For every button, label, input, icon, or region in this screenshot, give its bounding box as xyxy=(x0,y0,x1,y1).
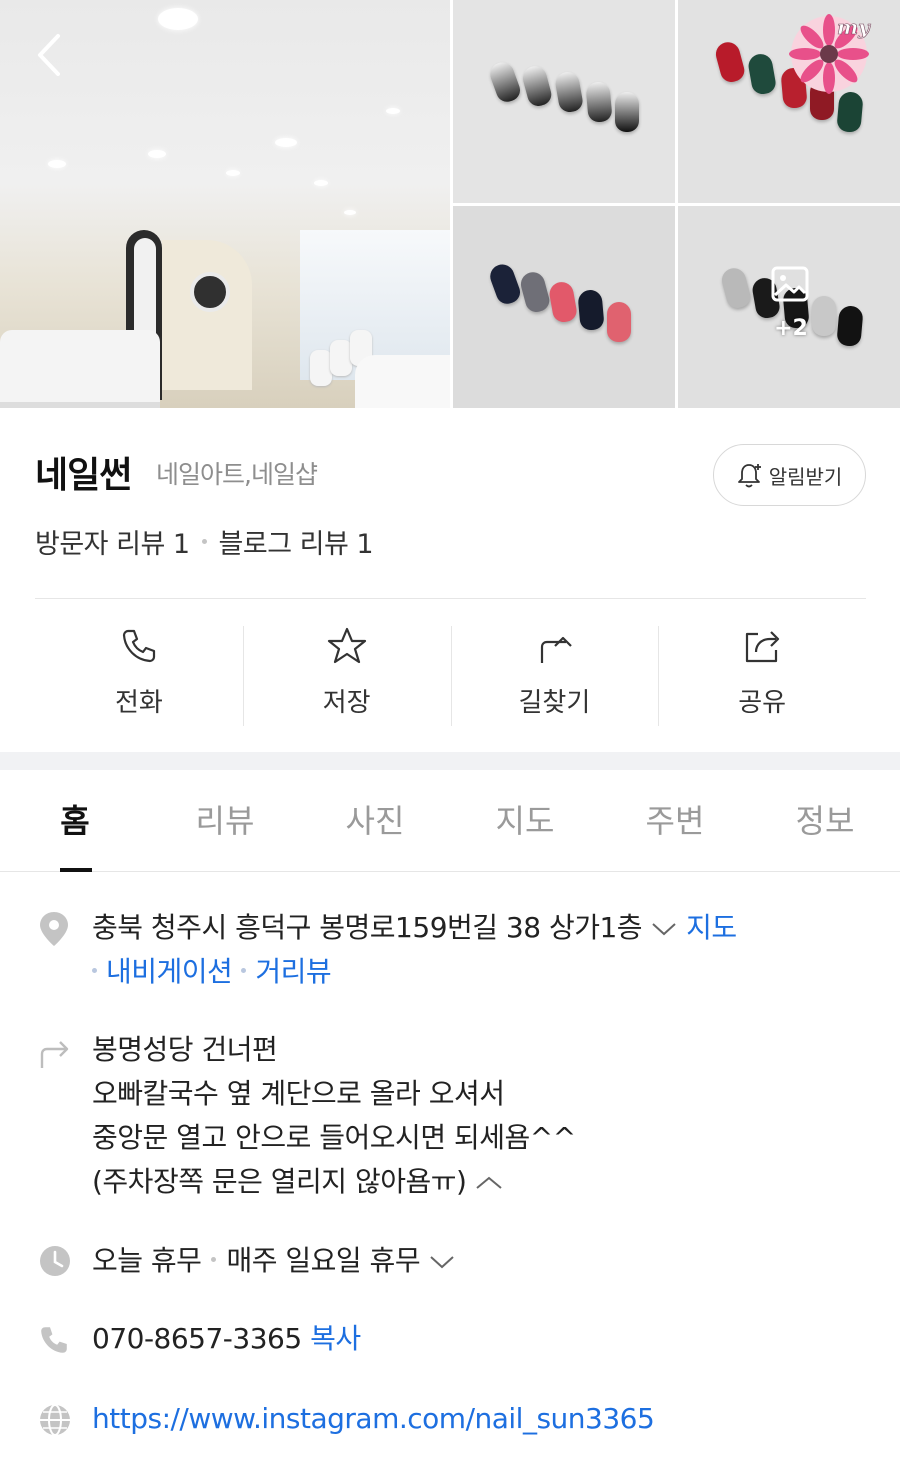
share-icon xyxy=(746,631,780,663)
directions-guide-icon xyxy=(40,1041,69,1068)
address-row: 충북 청주시 흥덕구 봉명로159번길 38 상가1층 지도 xyxy=(92,906,737,950)
navigation-link[interactable]: 내비게이션 xyxy=(106,955,233,988)
separator-dot xyxy=(201,539,207,544)
chevron-down-icon[interactable] xyxy=(428,1252,456,1272)
address-links: 내비게이션 거리뷰 xyxy=(92,950,332,994)
sticker-text: my xyxy=(837,15,871,39)
directions-button[interactable]: 길찾기 xyxy=(450,624,659,728)
clock-icon xyxy=(40,1246,70,1276)
photo-nail-glitter[interactable] xyxy=(453,0,675,203)
hours-detail: 매주 일요일 휴무 xyxy=(226,1244,421,1277)
call-label: 전화 xyxy=(114,688,163,718)
place-category: 네일아트,네일샵 xyxy=(156,460,318,489)
alert-subscribe-label: 알림받기 xyxy=(768,464,843,489)
directions-line: 중앙문 열고 안으로 들어오시면 되세욤^^ xyxy=(92,1121,576,1154)
tab-photos[interactable]: 사진 xyxy=(300,770,450,871)
phone-icon xyxy=(122,629,155,663)
divider xyxy=(35,598,866,599)
map-link[interactable]: 지도 xyxy=(686,911,737,944)
phone-info-icon xyxy=(41,1327,67,1353)
phone-number[interactable]: 070-8657-3365 xyxy=(92,1322,302,1355)
back-arrow-icon[interactable] xyxy=(30,30,70,80)
hours-today: 오늘 휴무 xyxy=(92,1244,202,1277)
photo-gallery: my +2 xyxy=(0,0,900,408)
section-separator xyxy=(0,752,900,770)
place-name: 네일썬 xyxy=(35,455,132,496)
directions-label: 길찾기 xyxy=(518,688,591,718)
copy-phone-button[interactable]: 복사 xyxy=(310,1322,361,1355)
streetview-link[interactable]: 거리뷰 xyxy=(255,955,331,988)
directions-line: 오빠칼국수 옆 계단으로 올라 오셔서 xyxy=(92,1077,505,1110)
directions-text: 봉명성당 건너편 오빠칼국수 옆 계단으로 올라 오셔서 중앙문 열고 안으로 … xyxy=(92,1028,576,1204)
review-summary: 방문자 리뷰 1 블로그 리뷰 1 xyxy=(35,522,374,561)
phone-row: 070-8657-3365 복사 xyxy=(92,1317,361,1361)
share-button[interactable]: 공유 xyxy=(658,624,866,728)
more-photos-count[interactable]: +2 xyxy=(774,316,808,341)
save-button[interactable]: 저장 xyxy=(242,624,451,728)
blog-review-link[interactable]: 블로그 리뷰 1 xyxy=(219,522,374,561)
address-text: 충북 청주시 흥덕구 봉명로159번길 38 상가1층 xyxy=(92,911,643,944)
tab-nearby[interactable]: 주변 xyxy=(600,770,750,871)
visitor-review-link[interactable]: 방문자 리뷰 1 xyxy=(35,522,190,561)
website-link[interactable]: https://www.instagram.com/nail_sun3365 xyxy=(92,1397,655,1441)
directions-icon xyxy=(541,636,573,663)
tab-reviews[interactable]: 리뷰 xyxy=(150,770,300,871)
flower-sticker-icon: my xyxy=(789,14,871,94)
alert-subscribe-button[interactable]: 알림받기 xyxy=(713,444,866,506)
action-bar: 전화 저장 길찾기 공유 xyxy=(35,624,866,728)
location-pin-icon xyxy=(40,912,68,946)
directions-line-last: (주차장쪽 문은 열리지 않아욤ㅠ) xyxy=(92,1160,576,1204)
call-button[interactable]: 전화 xyxy=(35,624,243,728)
share-label: 공유 xyxy=(738,688,787,718)
chevron-up-icon[interactable] xyxy=(474,1173,504,1193)
photo-nail-red-navy[interactable] xyxy=(453,206,675,408)
tab-bar: 홈 리뷰 사진 지도 주변 정보 xyxy=(0,770,900,872)
directions-line: 봉명성당 건너편 xyxy=(92,1033,278,1066)
star-icon xyxy=(327,627,366,664)
hours-row: 오늘 휴무 매주 일요일 휴무 xyxy=(92,1239,464,1283)
save-label: 저장 xyxy=(322,688,371,718)
bell-icon xyxy=(737,464,761,488)
tab-info[interactable]: 정보 xyxy=(750,770,900,871)
globe-icon xyxy=(40,1404,70,1436)
chevron-down-icon[interactable] xyxy=(650,919,678,939)
tab-map[interactable]: 지도 xyxy=(450,770,600,871)
tab-home[interactable]: 홈 xyxy=(0,770,150,872)
